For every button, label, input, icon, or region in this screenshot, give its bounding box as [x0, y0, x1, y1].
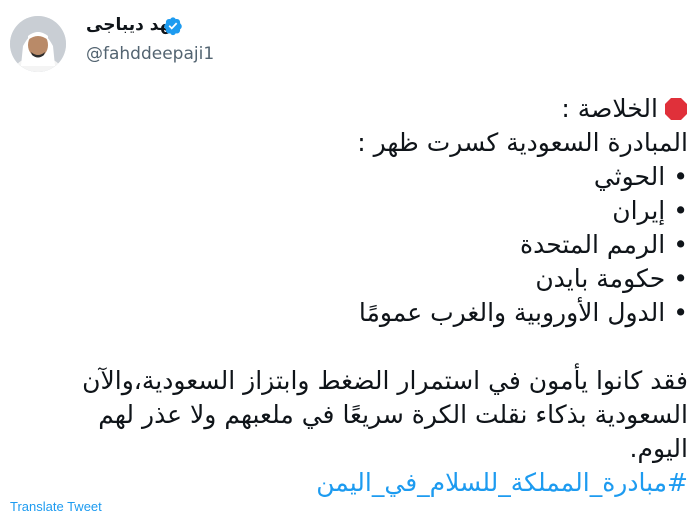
list-item: •إيران: [612, 196, 688, 225]
summary-label: الخلاصة :: [561, 94, 658, 123]
avatar[interactable]: [10, 16, 66, 72]
tweet-header: فهد ديباجى @fahddeepaji1: [0, 0, 700, 90]
verified-badge-icon: [164, 17, 182, 36]
list-item: •الدول الأوروبية والغرب عمومًا: [358, 298, 688, 327]
avatar-image: [10, 16, 66, 72]
stop-sign-icon: [665, 98, 687, 120]
hashtag-link[interactable]: #مبادرة_المملكة_للسلام_في_اليمن: [12, 466, 688, 500]
list-item: •الحوثي: [593, 162, 688, 191]
intro-line: المبادرة السعودية كسرت ظهر :: [357, 128, 688, 157]
list-item: •حكومة بايدن: [535, 264, 688, 293]
translate-tweet-link[interactable]: Translate Tweet: [10, 499, 102, 514]
paragraph-line: السعودية بذكاء نقلت الكرة سريعًا في ملعب…: [98, 400, 688, 429]
list-item: •الرمم المتحدة: [519, 230, 688, 259]
paragraph-line: فقد كانوا يأمون في استمرار الضغط وابتزاز…: [82, 366, 688, 395]
summary-line: الخلاصة :: [12, 92, 688, 126]
paragraph-line: اليوم.: [629, 434, 688, 463]
author-handle[interactable]: @fahddeepaji1: [86, 44, 214, 64]
tweet-text: الخلاصة : المبادرة السعودية كسرت ظهر : •…: [12, 92, 688, 500]
